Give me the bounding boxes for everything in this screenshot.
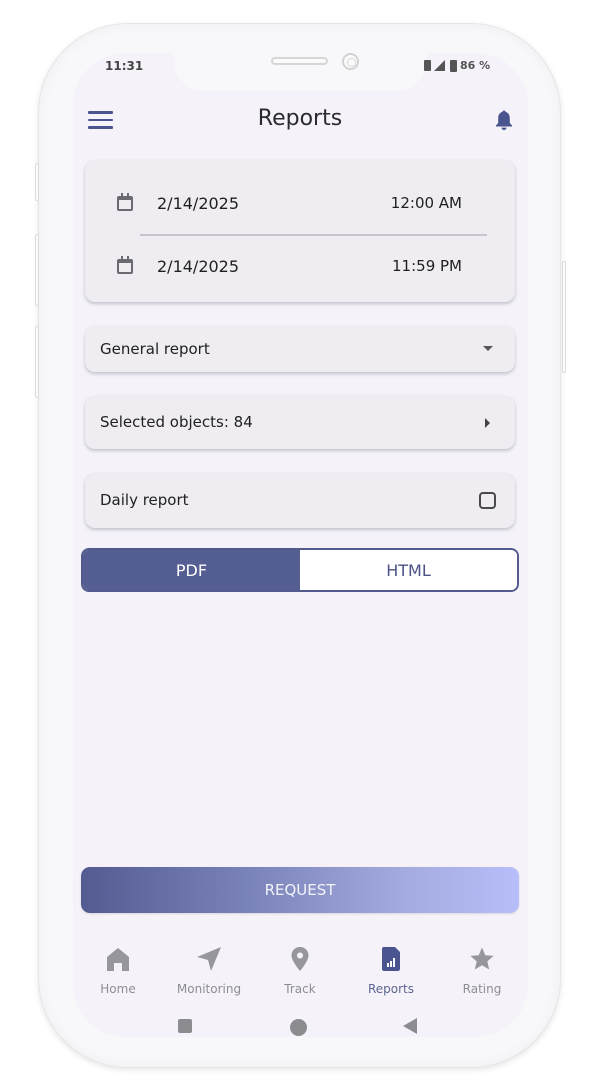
daily-report-label: Daily report (100, 491, 189, 509)
bottom-navigation: Home Monitoring Track Reports Rating (73, 940, 528, 1005)
end-date[interactable]: 2/14/2025 (157, 257, 239, 276)
nav-item-reports[interactable]: Reports (346, 940, 436, 1002)
map-pin-icon (291, 947, 309, 971)
format-option-pdf[interactable]: PDF (83, 550, 300, 590)
front-camera (342, 53, 359, 70)
phone-side-button (35, 163, 39, 201)
selected-objects-button[interactable]: Selected objects: 84 (85, 396, 515, 449)
calendar-icon (117, 192, 133, 211)
recent-apps-button[interactable] (178, 1019, 192, 1033)
phone-power-button (562, 261, 566, 373)
phone-volume-down-button (35, 326, 39, 398)
calendar-icon (117, 255, 133, 274)
page-title: Reports (257, 106, 343, 131)
nav-item-track[interactable]: Track (255, 940, 345, 1002)
nav-label-track: Track (284, 982, 316, 996)
dropdown-arrow-icon (483, 346, 493, 351)
status-time: 11:31 (105, 59, 144, 73)
home-system-button[interactable] (290, 1019, 307, 1036)
start-date[interactable]: 2/14/2025 (157, 194, 239, 213)
home-icon (107, 948, 129, 971)
sim-card-icon (424, 60, 431, 71)
format-option-html[interactable]: HTML (300, 550, 517, 590)
daily-report-checkbox[interactable] (479, 492, 496, 509)
bell-icon[interactable] (494, 109, 514, 131)
nav-item-monitoring[interactable]: Monitoring (164, 940, 254, 1002)
nav-label-rating: Rating (462, 982, 502, 996)
status-icons: 86 % (424, 59, 490, 72)
hamburger-menu-icon[interactable] (88, 110, 113, 130)
date-divider (140, 234, 487, 236)
star-icon (470, 947, 494, 970)
end-datetime-row[interactable]: 2/14/2025 11:59 PM (85, 251, 515, 281)
earpiece-speaker (271, 57, 328, 65)
report-type-value: General report (100, 340, 210, 358)
report-chart-icon (382, 947, 400, 971)
back-system-button[interactable] (403, 1018, 417, 1034)
start-datetime-row[interactable]: 2/14/2025 12:00 AM (85, 188, 515, 218)
battery-percent: 86 % (460, 59, 491, 72)
request-button[interactable]: REQUEST (81, 867, 519, 913)
nav-item-rating[interactable]: Rating (437, 940, 527, 1002)
date-range-card: 2/14/2025 12:00 AM 2/14/2025 11:59 PM (85, 160, 515, 302)
report-type-dropdown[interactable]: General report (85, 326, 515, 372)
phone-volume-up-button (35, 234, 39, 306)
signal-icon (434, 60, 445, 71)
daily-report-row[interactable]: Daily report (85, 473, 515, 528)
nav-item-home[interactable]: Home (73, 940, 163, 1002)
nav-label-monitoring: Monitoring (176, 982, 242, 996)
navigation-arrow-icon (197, 947, 221, 971)
selected-objects-label: Selected objects: 84 (100, 413, 253, 431)
nav-label-home: Home (100, 982, 136, 996)
chevron-right-icon (485, 418, 490, 428)
nav-label-reports: Reports (367, 982, 415, 996)
end-time[interactable]: 11:59 PM (392, 257, 462, 275)
battery-icon (450, 59, 457, 72)
start-time[interactable]: 12:00 AM (391, 194, 462, 212)
format-toggle: PDF HTML (81, 548, 519, 592)
